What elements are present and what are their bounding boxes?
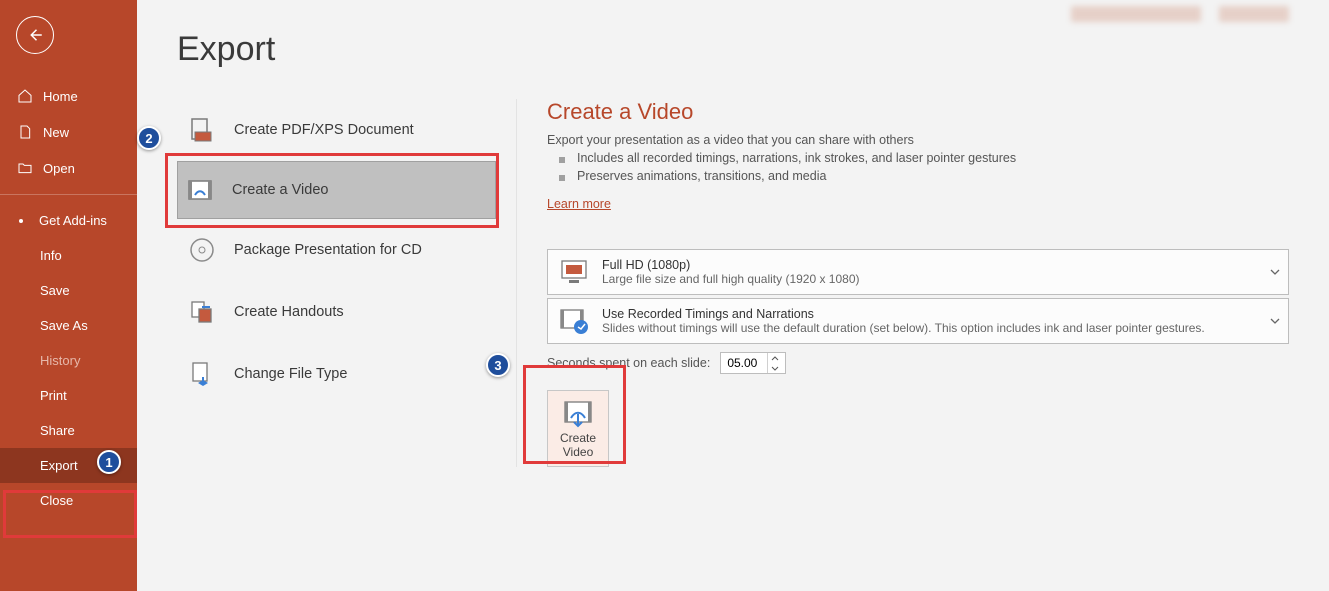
chevron-up-icon — [771, 356, 779, 361]
video-icon — [186, 176, 214, 204]
page-title: Export — [177, 30, 1289, 69]
export-option-package[interactable]: Package Presentation for CD — [177, 219, 496, 281]
nav-info-label: Info — [40, 248, 62, 263]
nav-saveas[interactable]: Save As — [0, 308, 137, 343]
export-options-list: Create PDF/XPS Document Create a Video P… — [177, 99, 517, 467]
nav-home-label: Home — [43, 89, 78, 104]
detail-bullet-2: Preserves animations, transitions, and m… — [547, 169, 1289, 183]
chevron-down-icon — [1270, 318, 1280, 324]
chevron-down-icon — [771, 366, 779, 371]
home-icon — [17, 88, 33, 104]
timings-sub: Slides without timings will use the defa… — [602, 321, 1278, 335]
detail-panel: Create a Video Export your presentation … — [517, 99, 1289, 467]
back-arrow-icon — [26, 26, 44, 44]
nav-export[interactable]: Export — [0, 448, 137, 483]
nav-open-label: Open — [43, 161, 75, 176]
create-video-icon — [561, 399, 595, 429]
nav-print-label: Print — [40, 388, 67, 403]
spinner-up[interactable] — [768, 353, 782, 363]
create-btn-l1: Create — [560, 431, 596, 445]
detail-bullet1-text: Includes all recorded timings, narration… — [577, 151, 1016, 165]
export-option-pdf-label: Create PDF/XPS Document — [234, 122, 414, 138]
export-option-video[interactable]: Create a Video — [177, 161, 496, 219]
chevron-down-icon — [1270, 269, 1280, 275]
export-option-changetype-label: Change File Type — [234, 366, 347, 382]
timings-title: Use Recorded Timings and Narrations — [602, 307, 1278, 321]
nav-separator — [0, 194, 137, 195]
new-doc-icon — [17, 124, 33, 140]
timings-icon — [558, 305, 590, 337]
nav-new-label: New — [43, 125, 69, 140]
cd-icon — [188, 236, 216, 264]
nav-save-label: Save — [40, 283, 70, 298]
learn-more-link[interactable]: Learn more — [547, 197, 611, 211]
nav-share-label: Share — [40, 423, 75, 438]
handouts-icon — [188, 298, 216, 326]
addins-dot-icon — [19, 219, 23, 223]
main-panel: Export Create PDF/XPS Document Create a … — [137, 0, 1329, 591]
nav-print[interactable]: Print — [0, 378, 137, 413]
pdf-icon — [188, 116, 216, 144]
nav-getaddins-label: Get Add-ins — [39, 213, 107, 228]
nav-close-label: Close — [40, 493, 73, 508]
seconds-spinner[interactable] — [720, 352, 786, 374]
export-option-video-label: Create a Video — [232, 182, 328, 198]
header-blurred-area — [1071, 6, 1289, 22]
detail-bullet2-text: Preserves animations, transitions, and m… — [577, 169, 826, 183]
nav-open[interactable]: Open — [0, 150, 137, 186]
export-option-package-label: Package Presentation for CD — [234, 242, 422, 258]
quality-title: Full HD (1080p) — [602, 258, 1278, 272]
bullet-icon — [559, 157, 565, 163]
nav-history-label: History — [40, 353, 80, 368]
nav-history: History — [0, 343, 137, 378]
nav-getaddins[interactable]: Get Add-ins — [0, 203, 137, 238]
seconds-label: Seconds spent on each slide: — [547, 356, 710, 370]
bullet-icon — [559, 175, 565, 181]
export-option-pdf[interactable]: Create PDF/XPS Document — [177, 99, 496, 161]
nav-share[interactable]: Share — [0, 413, 137, 448]
back-button[interactable] — [16, 16, 54, 54]
backstage-sidebar: Home New Open Get Add-ins Info Save Save… — [0, 0, 137, 591]
seconds-input[interactable] — [721, 353, 767, 373]
export-option-handouts[interactable]: Create Handouts — [177, 281, 496, 343]
detail-bullet-1: Includes all recorded timings, narration… — [547, 151, 1289, 165]
spinner-down[interactable] — [768, 363, 782, 373]
detail-subtitle: Export your presentation as a video that… — [547, 133, 1289, 147]
changetype-icon — [188, 360, 216, 388]
quality-dropdown[interactable]: Full HD (1080p) Large file size and full… — [547, 249, 1289, 295]
export-option-handouts-label: Create Handouts — [234, 304, 344, 320]
detail-title: Create a Video — [547, 99, 1289, 125]
quality-monitor-icon — [558, 256, 590, 288]
nav-home[interactable]: Home — [0, 78, 137, 114]
quality-sub: Large file size and full high quality (1… — [602, 272, 1278, 286]
create-video-button[interactable]: CreateVideo — [547, 390, 609, 467]
nav-info[interactable]: Info — [0, 238, 137, 273]
timings-dropdown[interactable]: Use Recorded Timings and Narrations Slid… — [547, 298, 1289, 344]
nav-new[interactable]: New — [0, 114, 137, 150]
nav-saveas-label: Save As — [40, 318, 88, 333]
nav-close[interactable]: Close — [0, 483, 137, 518]
nav-export-label: Export — [40, 458, 78, 473]
create-btn-l2: Video — [563, 445, 593, 459]
export-option-changetype[interactable]: Change File Type — [177, 343, 496, 405]
nav-save[interactable]: Save — [0, 273, 137, 308]
open-folder-icon — [17, 160, 33, 176]
